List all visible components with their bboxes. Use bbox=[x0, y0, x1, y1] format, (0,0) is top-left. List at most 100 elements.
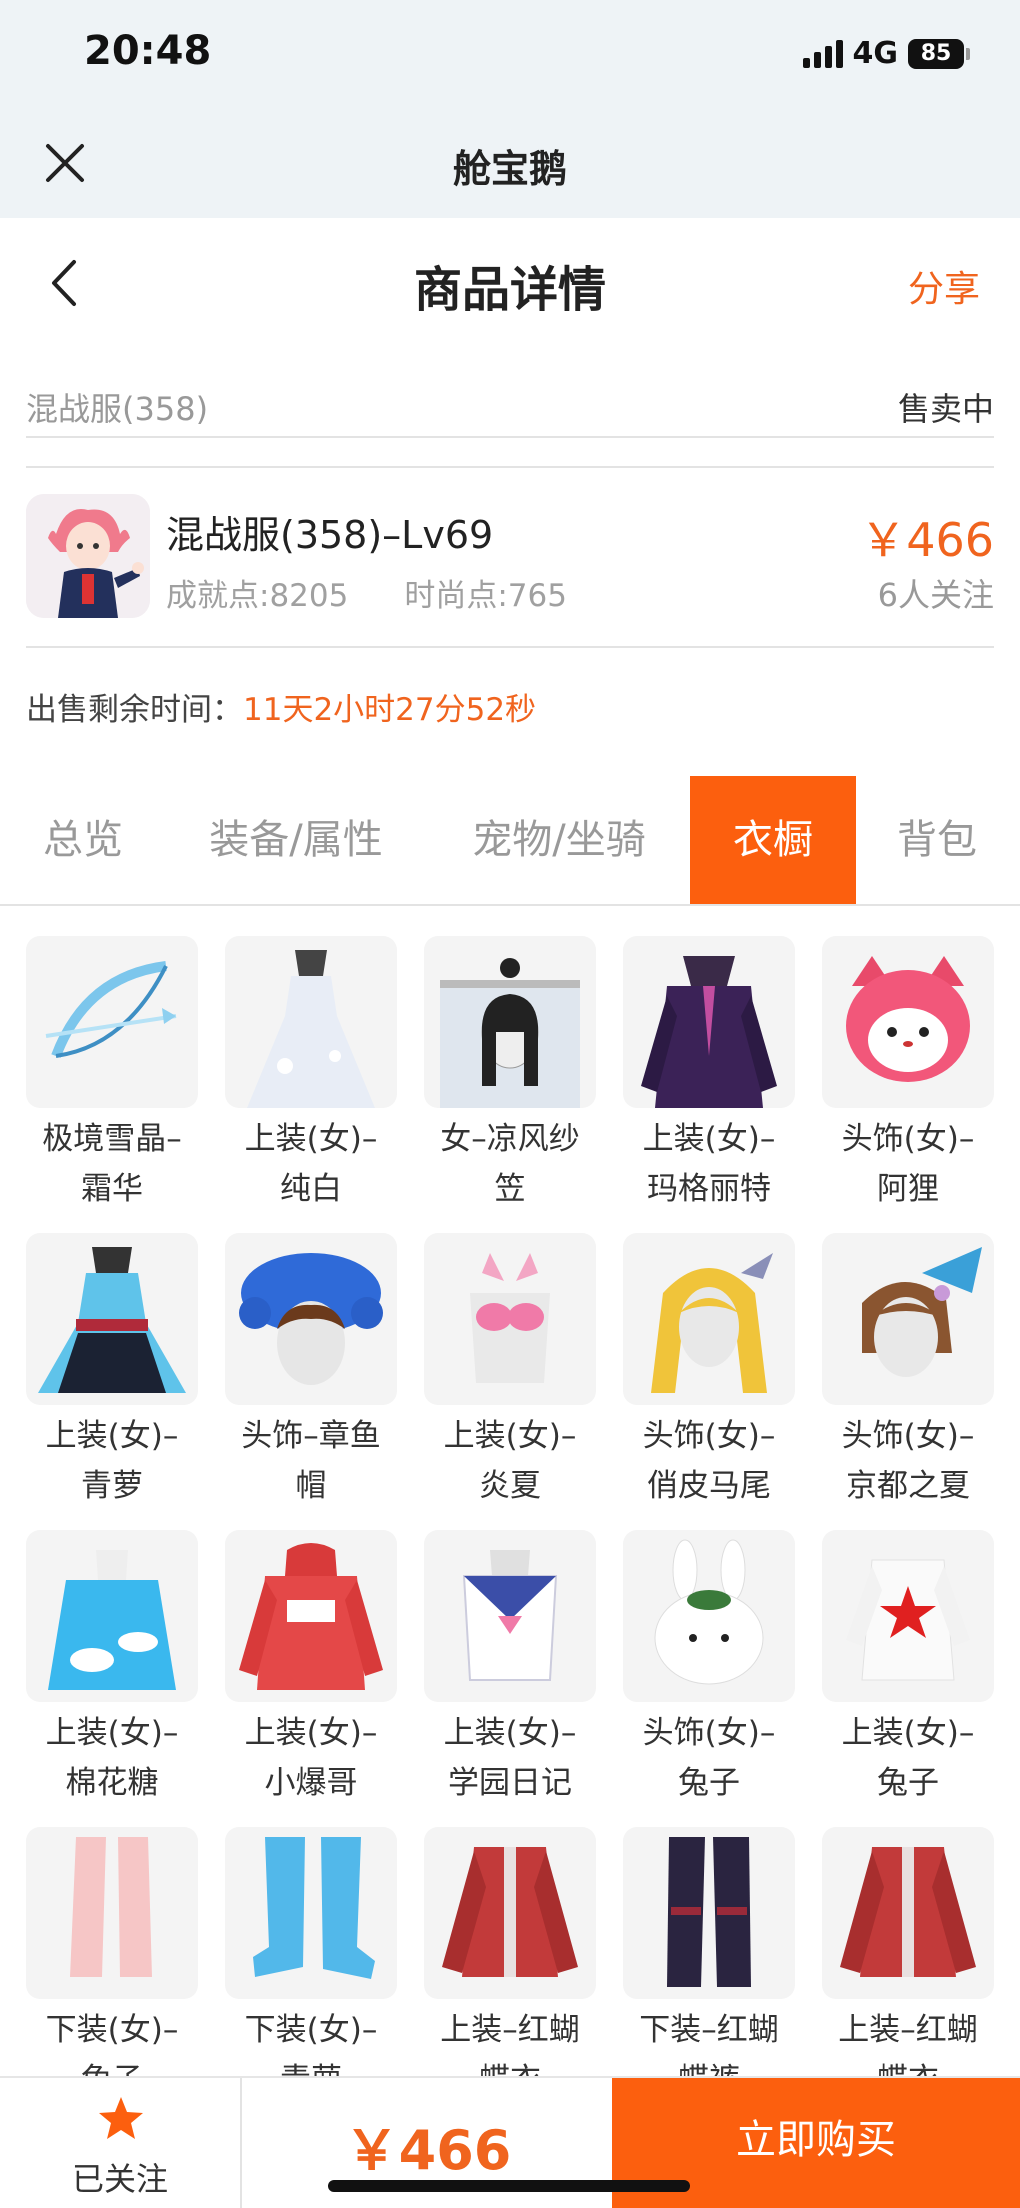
wardrobe-item[interactable]: 上装(女)– 青萝 bbox=[26, 1233, 198, 1511]
item-label: 头饰(女)– 京都之夏 bbox=[841, 1418, 975, 1504]
cloud-dress-icon bbox=[26, 1530, 198, 1702]
ice-bow-icon bbox=[26, 936, 198, 1108]
wardrobe-item[interactable]: 头饰(女)– 俏皮马尾 bbox=[623, 1233, 795, 1511]
share-button[interactable]: 分享 bbox=[908, 260, 980, 312]
blue-dress-icon bbox=[26, 1233, 198, 1405]
item-label: 上装(女)– 棉花糖 bbox=[45, 1715, 179, 1801]
wardrobe-item[interactable]: 上装(女)– 玛格丽特 bbox=[623, 936, 795, 1214]
battery-level: 85 bbox=[908, 38, 964, 69]
wardrobe-item[interactable]: 上装(女)– 棉花糖 bbox=[26, 1530, 198, 1808]
tab-pets-mounts[interactable]: 宠物/坐骑 bbox=[446, 776, 672, 904]
remaining-time-label: 出售剩余时间： bbox=[26, 692, 243, 728]
wardrobe-item[interactable]: 头饰(女)– 兔子 bbox=[623, 1530, 795, 1808]
server-name: 混战服(358) bbox=[26, 390, 209, 428]
wardrobe-item[interactable]: 女–凉风纱笠 bbox=[424, 936, 596, 1214]
page-title: 商品详情 bbox=[413, 262, 606, 318]
remaining-time-value: 11天2小时27分52秒 bbox=[243, 692, 537, 728]
tab-equipment[interactable]: 装备/属性 bbox=[186, 776, 406, 904]
wardrobe-item[interactable]: 上装–红蝴蝶衣 bbox=[424, 1827, 596, 2076]
item-label: 上装(女)– 纯白 bbox=[244, 1121, 378, 1207]
item-label: 上装–红蝴蝶衣 bbox=[440, 2012, 580, 2076]
wardrobe-item[interactable]: 上装(女)– 炎夏 bbox=[424, 1233, 596, 1511]
item-label: 下装–红蝴蝶裤 bbox=[639, 2012, 779, 2076]
wardrobe-item[interactable]: 上装(女)– 纯白 bbox=[225, 936, 397, 1214]
pink-boots-icon bbox=[26, 1827, 198, 1999]
purple-outfit-icon bbox=[623, 936, 795, 1108]
wardrobe-item[interactable]: 上装(女)– 兔子 bbox=[822, 1530, 994, 1808]
battery-icon: 85 bbox=[908, 38, 970, 69]
wardrobe-item[interactable]: 头饰(女)– 阿狸 bbox=[822, 936, 994, 1214]
status-indicators: 4G 85 bbox=[802, 36, 970, 71]
product-summary[interactable]: 混战服(358)–Lv69 成就点:8205 时尚点:765 ￥466 6人关注 bbox=[26, 494, 994, 620]
wardrobe-grid: 极境雪晶– 霜华 上装(女)– 纯白 女–凉风纱笠 上装(女)– 玛格丽特 头饰(女)… bbox=[26, 936, 996, 2076]
wardrobe-item[interactable]: 下装(女)–青萝 bbox=[225, 1827, 397, 2076]
item-label: 上装(女)– 玛格丽特 bbox=[642, 1121, 776, 1207]
fashion-points: 时尚点:765 bbox=[404, 578, 567, 614]
veil-hat-icon bbox=[424, 936, 596, 1108]
achievement-points: 成就点:8205 bbox=[166, 578, 349, 614]
item-label: 下装(女)–兔子 bbox=[45, 2012, 179, 2076]
wardrobe-item[interactable]: 下装(女)–兔子 bbox=[26, 1827, 198, 2076]
divider bbox=[26, 466, 994, 468]
network-type: 4G bbox=[852, 36, 899, 71]
wardrobe-item[interactable]: 极境雪晶– 霜华 bbox=[26, 936, 198, 1214]
item-label: 极境雪晶– 霜华 bbox=[42, 1121, 182, 1207]
sale-status: 售卖中 bbox=[897, 390, 994, 428]
item-label: 上装(女)– 兔子 bbox=[841, 1715, 975, 1801]
item-label: 上装–红蝴蝶衣 bbox=[838, 2012, 978, 2076]
pink-bikini-icon bbox=[424, 1233, 596, 1405]
signal-icon bbox=[802, 39, 843, 68]
wardrobe-item[interactable]: 下装–红蝴蝶裤 bbox=[623, 1827, 795, 2076]
product-stats: 成就点:8205 时尚点:765 bbox=[166, 570, 567, 615]
item-label: 头饰(女)– 阿狸 bbox=[841, 1121, 975, 1207]
white-suit-icon bbox=[822, 1530, 994, 1702]
item-label: 头饰(女)– 俏皮马尾 bbox=[642, 1418, 776, 1504]
app-title: 舱宝鹅 bbox=[452, 147, 567, 191]
blue-boots-icon bbox=[225, 1827, 397, 1999]
divider bbox=[26, 646, 994, 648]
page-header: 商品详情 分享 bbox=[0, 218, 1020, 348]
item-label: 头饰–章鱼帽 bbox=[241, 1418, 381, 1504]
wardrobe-item[interactable]: 上装(女)– 学园日记 bbox=[424, 1530, 596, 1808]
app-bar: 舱宝鹅 bbox=[0, 110, 1020, 218]
status-time: 20:48 bbox=[84, 28, 212, 74]
red-armor-icon bbox=[424, 1827, 596, 1999]
bottom-price: ￥466 bbox=[344, 2119, 512, 2182]
item-label: 上装(女)– 小爆哥 bbox=[244, 1715, 378, 1801]
product-price: ￥466 bbox=[860, 513, 994, 567]
fan-hair-icon bbox=[822, 1233, 994, 1405]
remaining-time: 出售剩余时间：11天2小时27分52秒 bbox=[26, 684, 536, 729]
wardrobe-item[interactable]: 上装(女)– 小爆哥 bbox=[225, 1530, 397, 1808]
octopus-hat-icon bbox=[225, 1233, 397, 1405]
red-hoodie-icon bbox=[225, 1530, 397, 1702]
item-label: 上装(女)– 青萝 bbox=[45, 1418, 179, 1504]
home-indicator bbox=[328, 2180, 690, 2192]
product-name: 混战服(358)–Lv69 bbox=[166, 513, 494, 557]
red-armor-icon bbox=[822, 1827, 994, 1999]
character-avatar bbox=[26, 494, 150, 618]
follow-label: 已关注 bbox=[71, 2160, 168, 2198]
tab-bar: 总览 装备/属性 宠物/坐骑 衣橱 背包 bbox=[0, 776, 1020, 906]
sailor-uniform-icon bbox=[424, 1530, 596, 1702]
bunny-head-icon bbox=[623, 1530, 795, 1702]
star-icon bbox=[96, 2094, 146, 2144]
item-label: 下装(女)–青萝 bbox=[244, 2012, 378, 2076]
wardrobe-item[interactable]: 头饰–章鱼帽 bbox=[225, 1233, 397, 1511]
wardrobe-item[interactable]: 上装–红蝴蝶衣 bbox=[822, 1827, 994, 2076]
wardrobe-item[interactable]: 头饰(女)– 京都之夏 bbox=[822, 1233, 994, 1511]
blonde-hair-icon bbox=[623, 1233, 795, 1405]
tab-overview[interactable]: 总览 bbox=[0, 776, 166, 904]
tab-backpack[interactable]: 背包 bbox=[870, 776, 1004, 904]
item-label: 上装(女)– 学园日记 bbox=[443, 1715, 577, 1801]
item-label: 女–凉风纱笠 bbox=[440, 1121, 580, 1207]
server-row: 混战服(358) 售卖中 bbox=[26, 378, 994, 438]
tab-wardrobe[interactable]: 衣橱 bbox=[690, 776, 856, 904]
white-dress-icon bbox=[225, 936, 397, 1108]
item-label: 头饰(女)– 兔子 bbox=[642, 1715, 776, 1801]
status-bar: 20:48 4G 85 bbox=[0, 0, 1020, 110]
fox-head-icon bbox=[822, 936, 994, 1108]
dark-legs-icon bbox=[623, 1827, 795, 1999]
item-label: 上装(女)– 炎夏 bbox=[443, 1418, 577, 1504]
follower-count: 6人关注 bbox=[877, 576, 994, 614]
follow-button[interactable]: 已关注 bbox=[0, 2078, 242, 2208]
